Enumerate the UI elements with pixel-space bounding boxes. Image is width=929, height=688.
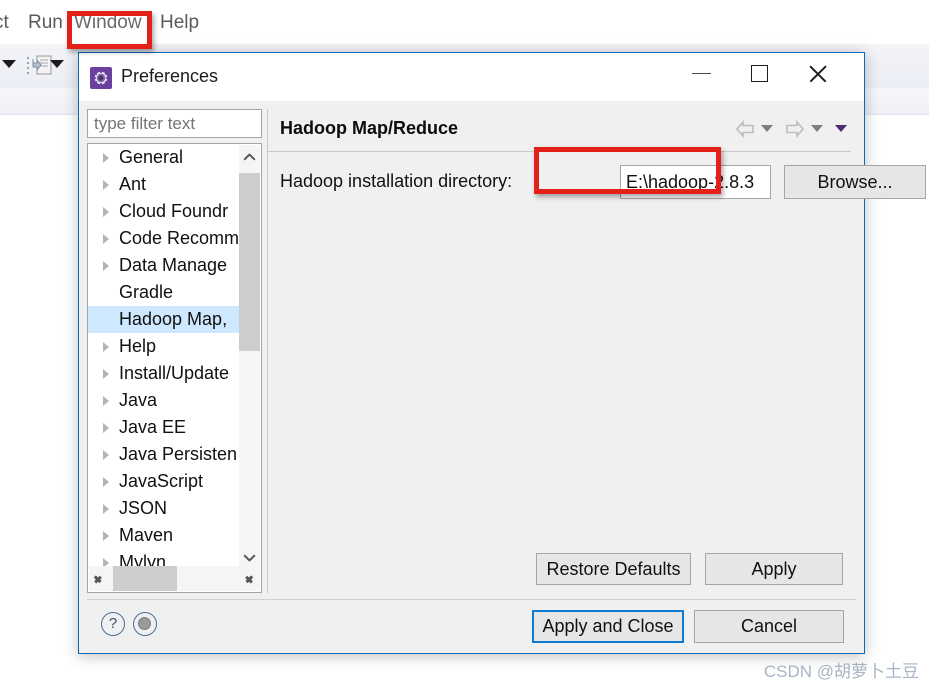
- tree-item-maven[interactable]: Maven: [88, 522, 247, 549]
- filter-input[interactable]: [87, 109, 262, 138]
- tree-item-label: Help: [119, 336, 157, 356]
- tree-item-json[interactable]: JSON: [88, 495, 247, 522]
- tree-item-java-ee[interactable]: Java EE: [88, 414, 247, 441]
- preferences-dialog: Preferences General Ant: [78, 52, 926, 654]
- chevron-right-icon[interactable]: [103, 477, 109, 487]
- tree-item-java-persistence[interactable]: Java Persisten: [88, 441, 247, 468]
- view-menu-icon[interactable]: [835, 125, 847, 132]
- chevron-right-icon[interactable]: [103, 531, 109, 541]
- maximize-icon[interactable]: [737, 53, 783, 93]
- tree-item-list: General Ant Cloud Foundr Code Recomm Dat…: [88, 144, 247, 568]
- menu-item-help[interactable]: Help: [160, 12, 199, 34]
- menu-item-run[interactable]: Run: [28, 12, 63, 34]
- back-arrow-icon[interactable]: [735, 120, 755, 138]
- chevron-right-icon[interactable]: [103, 180, 109, 190]
- page-navigation-buttons: [735, 120, 847, 140]
- cancel-button[interactable]: Cancel: [694, 610, 844, 643]
- browse-button[interactable]: Browse...: [784, 165, 926, 199]
- directory-field-highlight: [534, 147, 721, 194]
- vertical-scroll-thumb[interactable]: [239, 173, 260, 351]
- tree-item-label: Java EE: [119, 417, 187, 437]
- tree-item-general[interactable]: General: [88, 144, 247, 171]
- hadoop-directory-label: Hadoop installation directory:: [280, 171, 513, 191]
- chevron-right-icon[interactable]: [103, 450, 109, 460]
- apply-and-close-button[interactable]: Apply and Close: [532, 610, 684, 643]
- tree-item-label: General: [119, 147, 184, 167]
- page-title: Hadoop Map/Reduce: [280, 118, 459, 138]
- window-menu-highlight: [67, 11, 152, 49]
- tree-item-label: Maven: [119, 525, 174, 545]
- dialog-title: Preferences: [121, 66, 219, 86]
- dialog-body: General Ant Cloud Foundr Code Recomm: [79, 101, 926, 653]
- tree-vertical-scrollbar[interactable]: [239, 145, 260, 567]
- back-dropdown-icon[interactable]: [761, 125, 773, 132]
- horizontal-scroll-thumb[interactable]: [113, 566, 177, 591]
- question-mark-icon[interactable]: ?: [101, 612, 125, 636]
- chevron-right-icon[interactable]: [103, 504, 109, 514]
- tree-horizontal-scrollbar[interactable]: [89, 566, 260, 591]
- tree-item-label: Cloud Foundr: [119, 201, 229, 221]
- toolbar-dropdown-caret-2-icon[interactable]: [50, 60, 64, 68]
- chevron-right-icon[interactable]: [103, 153, 109, 163]
- tree-item-java[interactable]: Java: [88, 387, 247, 414]
- preferences-tree-column: General Ant Cloud Foundr Code Recomm: [87, 109, 262, 593]
- scroll-up-icon[interactable]: [239, 145, 260, 166]
- toolbar-dropdown-caret-icon[interactable]: [2, 60, 16, 68]
- tree-item-code-recommenders[interactable]: Code Recomm: [88, 225, 247, 252]
- dialog-footer: ? Apply and Close Cancel: [79, 600, 864, 653]
- scroll-right-icon[interactable]: [238, 566, 260, 591]
- tree-item-ant[interactable]: Ant: [88, 171, 247, 198]
- scroll-down-icon[interactable]: [239, 546, 260, 567]
- tree-item-label: Java: [119, 390, 158, 410]
- menu-item-project[interactable]: ct: [0, 12, 9, 34]
- tree-item-label: Data Manage: [119, 255, 228, 275]
- chevron-right-icon[interactable]: [103, 342, 109, 352]
- page-footer-buttons: Restore Defaults Apply: [268, 553, 843, 585]
- tree-item-cloud-foundry[interactable]: Cloud Foundr: [88, 198, 247, 225]
- tree-item-help[interactable]: Help: [88, 333, 247, 360]
- tree-item-javascript[interactable]: JavaScript: [88, 468, 247, 495]
- chevron-right-icon[interactable]: [103, 261, 109, 271]
- tree-item-hadoop-map-reduce[interactable]: Hadoop Map,: [88, 306, 247, 333]
- tree-item-label: Gradle: [119, 282, 174, 302]
- apply-button[interactable]: Apply: [705, 553, 843, 585]
- tree-item-label: Java Persisten: [119, 444, 238, 464]
- toolbar-separator-icon: [27, 57, 29, 75]
- preferences-tree[interactable]: General Ant Cloud Foundr Code Recomm Dat…: [87, 143, 262, 593]
- restore-defaults-button[interactable]: Restore Defaults: [536, 553, 691, 585]
- tree-item-label: JavaScript: [119, 471, 204, 491]
- chevron-right-icon[interactable]: [103, 207, 109, 217]
- tree-item-install-update[interactable]: Install/Update: [88, 360, 247, 387]
- scroll-left-icon[interactable]: [89, 566, 111, 591]
- tree-item-label: Hadoop Map,: [119, 309, 228, 329]
- chevron-right-icon[interactable]: [103, 396, 109, 406]
- chevron-right-icon[interactable]: [103, 369, 109, 379]
- tree-item-gradle[interactable]: Gradle: [88, 279, 247, 306]
- tree-item-data-management[interactable]: Data Manage: [88, 252, 247, 279]
- forward-arrow-icon[interactable]: [785, 120, 805, 138]
- info-circle-icon[interactable]: [133, 612, 157, 636]
- gear-icon: [90, 67, 112, 89]
- chevron-right-icon[interactable]: [103, 234, 109, 244]
- chevron-right-icon[interactable]: [103, 423, 109, 433]
- minimize-icon[interactable]: [679, 53, 725, 93]
- dialog-title-bar: Preferences: [79, 53, 864, 101]
- tree-item-label: Install/Update: [119, 363, 230, 383]
- tree-item-label: Code Recomm: [119, 228, 240, 248]
- forward-dropdown-icon[interactable]: [811, 125, 823, 132]
- close-icon[interactable]: [795, 53, 841, 93]
- page-header: Hadoop Map/Reduce: [268, 109, 851, 152]
- tree-item-label: JSON: [119, 498, 168, 518]
- tree-item-label: Ant: [119, 174, 147, 194]
- csdn-watermark: CSDN @胡萝卜土豆: [763, 662, 919, 681]
